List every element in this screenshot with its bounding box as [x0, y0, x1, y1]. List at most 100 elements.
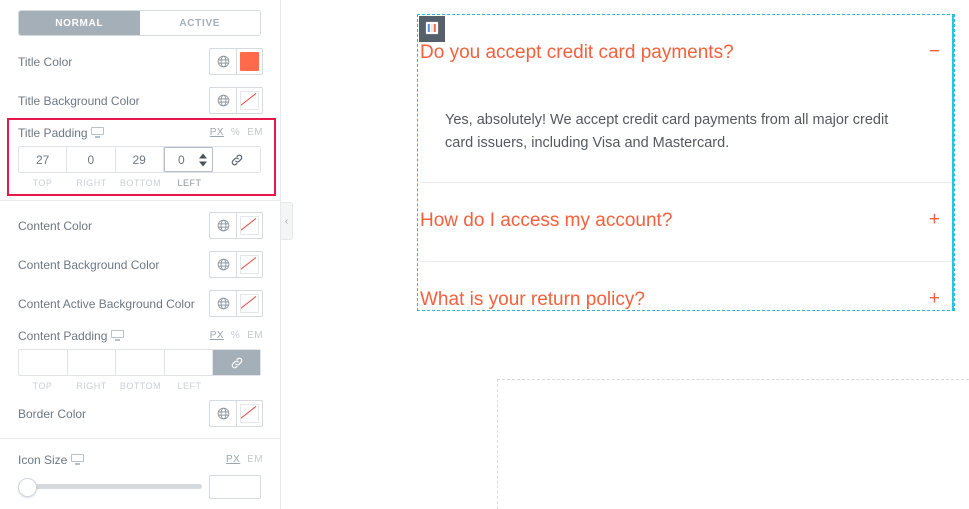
content-padding-link-button[interactable]: [213, 350, 260, 375]
desktop-icon[interactable]: [110, 330, 124, 341]
control-content-padding-header: Content Padding PX % EM: [0, 329, 280, 343]
label-spacer: [214, 381, 261, 393]
desktop-icon[interactable]: [90, 127, 104, 138]
unit-px[interactable]: PX: [210, 330, 224, 341]
content-padding-right-input[interactable]: [67, 350, 115, 375]
globe-icon[interactable]: [210, 88, 237, 113]
label-bottom: BOTTOM: [119, 178, 162, 188]
control-title-color-label: Title Color: [18, 55, 73, 69]
unit-em[interactable]: EM: [247, 454, 263, 465]
label-left: LEFT: [177, 178, 202, 188]
icon-size-slider-knob[interactable]: [18, 478, 37, 497]
control-title-color: Title Color: [0, 48, 280, 75]
content-padding-right-cell[interactable]: [67, 350, 116, 375]
tab-active[interactable]: ACTIVE: [139, 11, 260, 35]
content-padding-label-text: Content Padding: [18, 329, 108, 343]
icon-size-slider-track[interactable]: [22, 484, 202, 489]
accordion-item-title[interactable]: What is your return policy? +: [418, 262, 952, 340]
panel-collapse-handle[interactable]: ‹: [281, 202, 293, 240]
content-color-picker: [209, 212, 263, 239]
unit-em[interactable]: EM: [247, 330, 263, 341]
content-padding-inputs: [18, 349, 261, 376]
content-background-color-swatch[interactable]: [237, 252, 262, 277]
unit-px[interactable]: PX: [226, 454, 240, 465]
content-background-color-picker: [209, 251, 263, 278]
state-tab-group: NORMAL ACTIVE: [18, 10, 261, 36]
accordion-item-title-text: What is your return policy?: [420, 288, 645, 310]
globe-icon[interactable]: [210, 291, 237, 316]
accordion-item: Do you accept credit card payments? − Ye…: [418, 15, 952, 182]
content-padding-left-input[interactable]: [164, 350, 212, 375]
accordion-item: What is your return policy? +: [418, 262, 952, 340]
border-color-picker: [209, 400, 263, 427]
content-padding-units: PX % EM: [210, 330, 263, 341]
tab-normal[interactable]: NORMAL: [19, 11, 140, 35]
title-padding-right-input[interactable]: [67, 147, 115, 172]
control-border-color-label: Border Color: [18, 407, 87, 421]
accordion-item-body: Yes, absolutely! We accept credit card p…: [445, 112, 889, 152]
title-padding-right-cell[interactable]: [67, 147, 116, 172]
label-right: RIGHT: [76, 381, 107, 391]
title-padding-bottom-cell[interactable]: [115, 147, 164, 172]
title-background-color-swatch[interactable]: [237, 88, 262, 113]
accordion-item-title-text: Do you accept credit card payments?: [420, 42, 734, 63]
border-color-swatch[interactable]: [237, 401, 262, 426]
accordion-item-title[interactable]: Do you accept credit card payments? −: [418, 15, 952, 93]
title-color-swatch[interactable]: [237, 49, 262, 74]
content-active-background-color-swatch[interactable]: [237, 291, 262, 316]
icon-size-input[interactable]: [210, 476, 260, 498]
content-active-background-color-picker: [209, 290, 263, 317]
globe-icon[interactable]: [210, 49, 237, 74]
accordion-widget[interactable]: Do you accept credit card payments? − Ye…: [417, 14, 955, 311]
chevron-left-icon: ‹: [284, 215, 289, 227]
label-top: TOP: [32, 178, 53, 188]
control-content-background-color: Content Background Color: [0, 251, 280, 278]
title-background-color-picker: [209, 87, 263, 114]
control-icon-size-label: Icon Size: [18, 453, 84, 467]
globe-icon[interactable]: [210, 252, 237, 277]
accordion-item-title[interactable]: How do I access my account? +: [418, 183, 952, 261]
label-right: RIGHT: [76, 178, 107, 188]
unit-percent[interactable]: %: [231, 330, 240, 341]
icon-size-slider-control: [18, 471, 261, 499]
title-padding-top-cell[interactable]: [19, 147, 68, 172]
label-spacer: [214, 178, 261, 190]
content-padding-bottom-cell[interactable]: [116, 350, 165, 375]
widget-drag-handle[interactable]: [419, 16, 445, 42]
control-content-active-background-color-label: Content Active Background Color: [18, 297, 195, 311]
content-padding-top-input[interactable]: [19, 350, 67, 375]
content-padding-left-cell[interactable]: [164, 350, 213, 375]
control-content-padding-label: Content Padding: [18, 329, 124, 343]
title-padding-left-stepper[interactable]: [199, 153, 208, 166]
globe-icon[interactable]: [210, 401, 237, 426]
settings-panel: NORMAL ACTIVE Title Color Title Backgrou…: [0, 0, 281, 509]
control-border-color: Border Color: [0, 400, 280, 427]
label-left: LEFT: [177, 381, 202, 391]
accordion-toggle-plus-icon[interactable]: +: [929, 289, 940, 308]
globe-icon[interactable]: [210, 213, 237, 238]
icon-size-units: PX EM: [226, 454, 263, 465]
icon-size-value-box: [209, 475, 261, 499]
tab-active-label: ACTIVE: [179, 17, 221, 29]
content-color-swatch[interactable]: [237, 213, 262, 238]
title-padding-inputs: [18, 146, 261, 173]
label-top: TOP: [32, 381, 53, 391]
accordion-item-title-text: How do I access my account?: [420, 209, 673, 231]
empty-section-dropzone[interactable]: [497, 379, 969, 509]
desktop-icon[interactable]: [70, 454, 84, 465]
title-padding-top-input[interactable]: [19, 147, 67, 172]
unit-percent[interactable]: %: [231, 127, 240, 138]
title-padding-link-button[interactable]: [213, 147, 260, 172]
panel-divider: [0, 438, 280, 439]
unit-em[interactable]: EM: [247, 127, 263, 138]
title-padding-left-cell[interactable]: [163, 147, 213, 172]
control-title-background-color: Title Background Color: [0, 87, 280, 114]
content-padding-top-cell[interactable]: [19, 350, 68, 375]
accordion-toggle-minus-icon[interactable]: −: [929, 42, 940, 61]
control-title-padding-header: Title Padding PX % EM: [0, 126, 280, 140]
accordion-toggle-plus-icon[interactable]: +: [929, 210, 940, 229]
unit-px[interactable]: PX: [210, 127, 224, 138]
accordion-item: How do I access my account? +: [418, 183, 952, 261]
title-padding-bottom-input[interactable]: [115, 147, 163, 172]
content-padding-bottom-input[interactable]: [116, 350, 164, 375]
